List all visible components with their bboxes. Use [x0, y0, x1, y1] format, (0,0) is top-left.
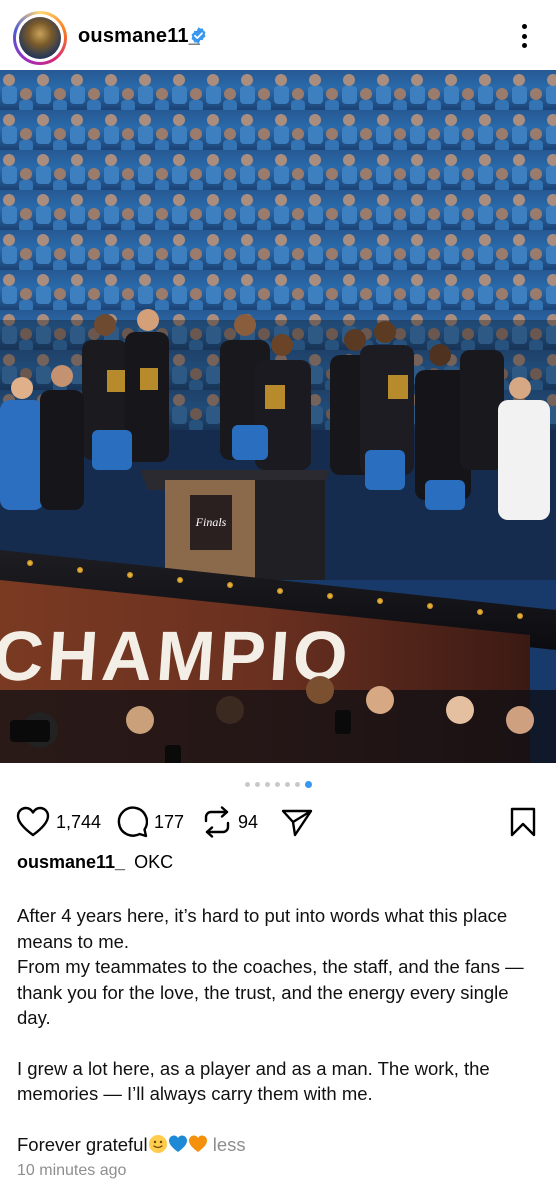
more-options-icon[interactable] — [514, 22, 534, 50]
share-button[interactable] — [281, 800, 313, 844]
comment-count[interactable]: 177 — [154, 812, 184, 833]
carousel-dot — [294, 781, 300, 787]
caption-closing-text: Forever grateful — [17, 1133, 148, 1155]
banner-text: CHAMPIO — [0, 617, 354, 695]
repost-icon — [202, 806, 232, 838]
like-count[interactable]: 1,744 — [56, 812, 101, 833]
post-location[interactable]: OKC — [134, 852, 173, 872]
send-icon — [281, 806, 313, 838]
carousel-dot — [244, 781, 250, 787]
repost-count[interactable]: 94 — [238, 812, 258, 833]
avatar-image — [19, 17, 61, 59]
caption-username[interactable]: ousmane11_ — [17, 852, 125, 872]
carousel-dot — [254, 781, 260, 787]
post-timestamp: 10 minutes ago — [17, 1162, 127, 1179]
caption-paragraph-3: I grew a lot here, as a player and as a … — [17, 1057, 490, 1105]
post-username[interactable]: ousmane11_ — [78, 25, 200, 48]
verified-badge-icon — [191, 27, 206, 44]
like-button[interactable]: 1,744 — [16, 800, 101, 844]
save-button[interactable] — [509, 800, 537, 844]
repost-button[interactable]: 94 — [202, 800, 258, 844]
orange-heart-emoji — [188, 1135, 207, 1152]
caption-paragraph-2: From my teammates to the coaches, the st… — [17, 956, 524, 1028]
caption-paragraph-1: After 4 years here, it’s hard to put int… — [17, 905, 508, 952]
carousel-dot-active — [304, 780, 312, 788]
heart-icon — [16, 806, 50, 838]
carousel-indicator — [0, 778, 556, 790]
caption-less-link[interactable]: less — [213, 1134, 246, 1155]
avatar[interactable] — [13, 11, 67, 65]
slightly-smiling-face-emoji — [148, 1134, 167, 1153]
action-bar: 1,744 177 94 — [0, 800, 556, 844]
carousel-dot — [264, 781, 270, 787]
carousel-dot — [284, 781, 290, 787]
post-caption: After 4 years here, it’s hard to put int… — [17, 903, 542, 1157]
podium-finals-label: Finals — [195, 515, 227, 529]
post-image[interactable]: Finals CHAMPIO — [0, 70, 556, 763]
comment-bubble-icon — [116, 806, 148, 838]
post-photo-illustration: Finals CHAMPIO — [0, 70, 556, 763]
bookmark-icon — [509, 806, 537, 838]
caption-header: ousmane11_ OKC — [17, 852, 173, 873]
caption-paragraph-4: Forever grateful less — [17, 1132, 542, 1158]
post-header: ousmane11_ — [0, 0, 556, 70]
blue-heart-emoji — [168, 1135, 187, 1152]
carousel-dot — [274, 781, 280, 787]
comment-button[interactable]: 177 — [116, 800, 184, 844]
